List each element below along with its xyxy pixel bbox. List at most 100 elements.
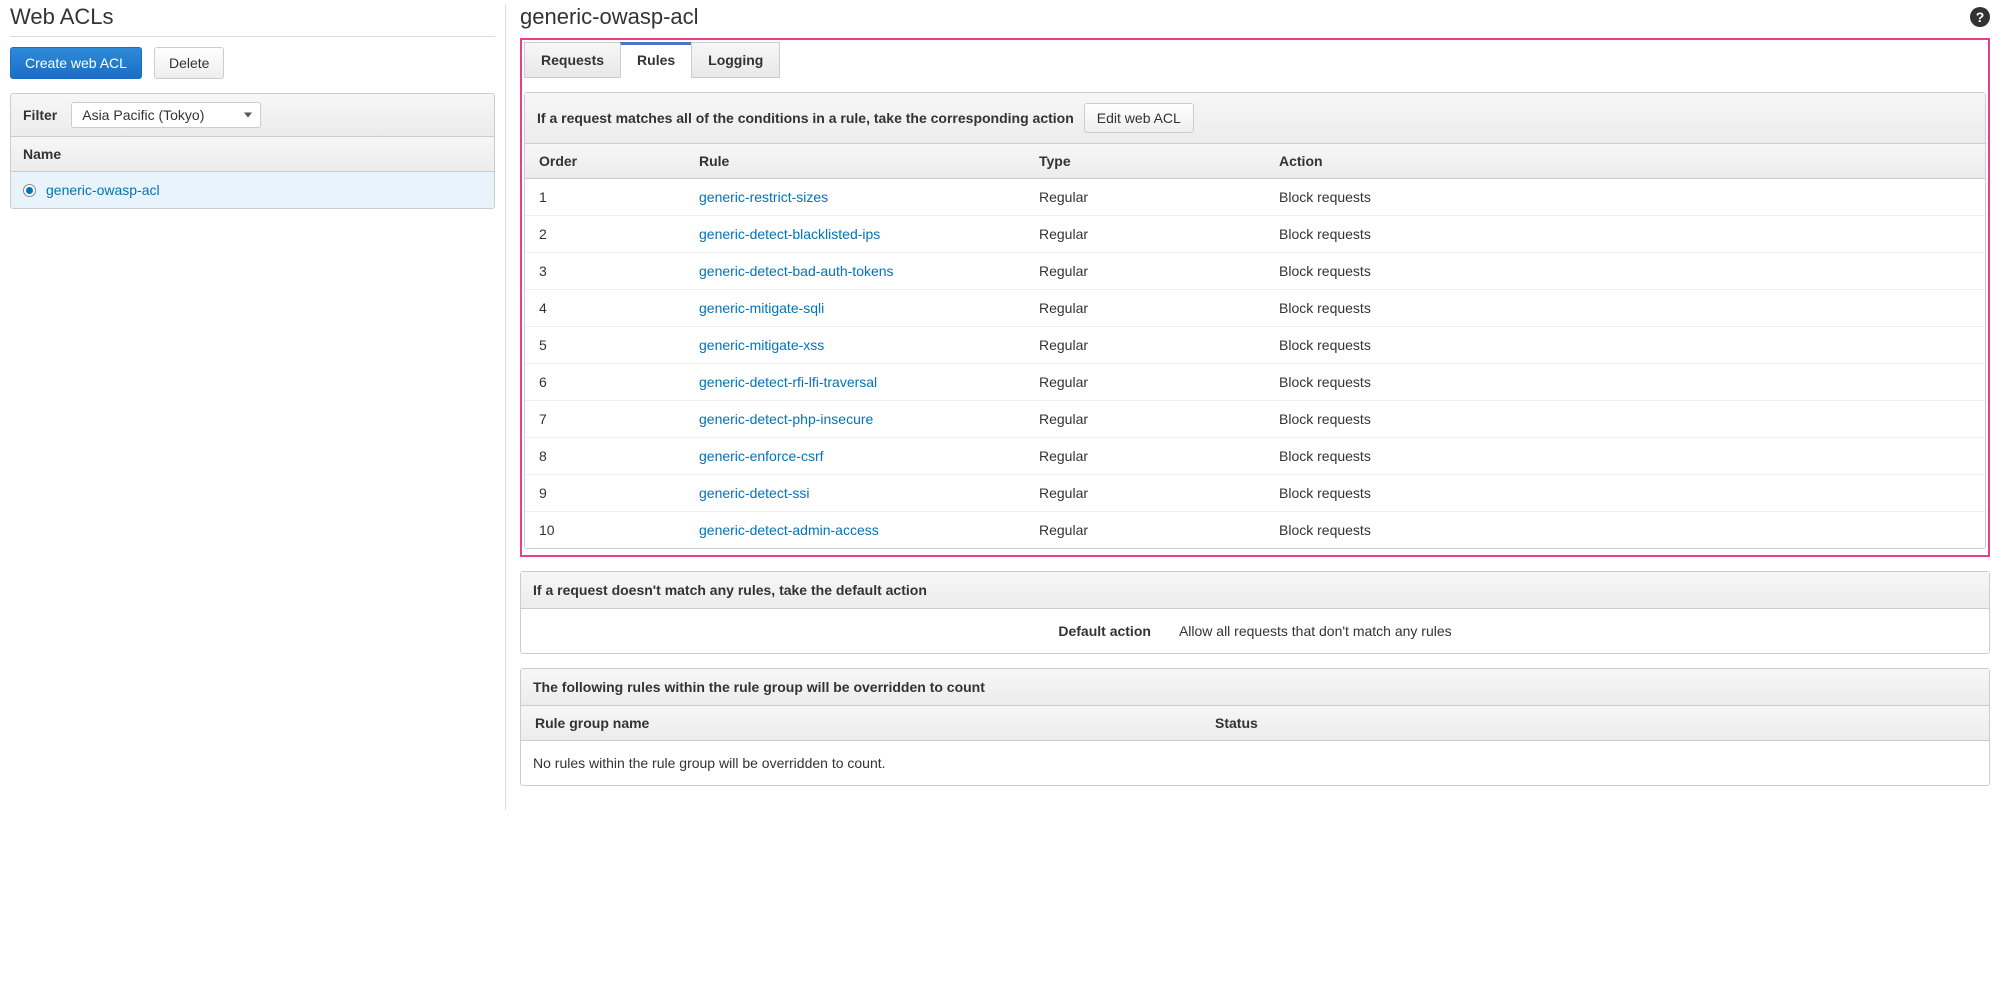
cell-rule: generic-detect-bad-auth-tokens <box>685 253 1025 290</box>
table-row: 2 generic-detect-blacklisted-ips RegularBl… <box>525 216 1985 253</box>
tabs: Requests Rules Logging <box>524 42 1986 78</box>
rule-link[interactable]: generic-detect-ssi <box>699 485 810 501</box>
edit-web-acl-button[interactable]: Edit web ACL <box>1084 103 1194 133</box>
rule-link[interactable]: generic-mitigate-sqli <box>699 300 824 316</box>
col-order: Order <box>525 144 685 179</box>
rule-link[interactable]: generic-detect-blacklisted-ips <box>699 226 880 242</box>
acl-title: generic-owasp-acl <box>520 4 699 30</box>
cell-order: 6 <box>525 364 685 401</box>
table-row: 1 generic-restrict-sizes RegularBlock requ… <box>525 179 1985 216</box>
rule-link[interactable]: generic-detect-rfi-lfi-traversal <box>699 374 877 390</box>
cell-order: 8 <box>525 438 685 475</box>
col-action: Action <box>1265 144 1985 179</box>
cell-rule: generic-detect-rfi-lfi-traversal <box>685 364 1025 401</box>
cell-rule: generic-detect-php-insecure <box>685 401 1025 438</box>
rules-panel-caption: If a request matches all of the conditio… <box>537 110 1074 126</box>
page-title: Web ACLs <box>10 4 495 30</box>
rule-link[interactable]: generic-restrict-sizes <box>699 189 828 205</box>
rule-link[interactable]: generic-enforce-csrf <box>699 448 824 464</box>
cell-action: Block requests <box>1265 216 1985 253</box>
cell-order: 3 <box>525 253 685 290</box>
filter-bar: Filter Asia Pacific (Tokyo) <box>10 93 495 136</box>
cell-type: Regular <box>1025 327 1265 364</box>
acl-list-item[interactable]: generic-owasp-acl <box>10 172 495 209</box>
cell-rule: generic-detect-admin-access <box>685 512 1025 549</box>
cell-action: Block requests <box>1265 253 1985 290</box>
table-row: 6 generic-detect-rfi-lfi-traversal Regular… <box>525 364 1985 401</box>
rule-link[interactable]: generic-detect-bad-auth-tokens <box>699 263 894 279</box>
cell-type: Regular <box>1025 290 1265 327</box>
table-row: 5 generic-mitigate-xss RegularBlock reques… <box>525 327 1985 364</box>
divider <box>10 36 495 37</box>
region-select[interactable]: Asia Pacific (Tokyo) <box>71 102 261 128</box>
cell-action: Block requests <box>1265 438 1985 475</box>
cell-order: 1 <box>525 179 685 216</box>
rule-link[interactable]: generic-detect-admin-access <box>699 522 879 538</box>
table-row: 4 generic-mitigate-sqli RegularBlock reque… <box>525 290 1985 327</box>
cell-rule: generic-detect-blacklisted-ips <box>685 216 1025 253</box>
rules-table: Order Rule Type Action 1 generic-restrict… <box>525 144 1985 548</box>
filter-label: Filter <box>23 107 57 123</box>
cell-action: Block requests <box>1265 512 1985 549</box>
rule-link[interactable]: generic-mitigate-xss <box>699 337 824 353</box>
table-row: 7 generic-detect-php-insecure RegularBlock… <box>525 401 1985 438</box>
cell-type: Regular <box>1025 475 1265 512</box>
delete-button[interactable]: Delete <box>154 47 224 79</box>
help-icon[interactable]: ? <box>1970 7 1990 27</box>
cell-action: Block requests <box>1265 327 1985 364</box>
override-empty-text: No rules within the rule group will be o… <box>521 741 1989 785</box>
acl-list-header: Name <box>10 136 495 172</box>
col-type: Type <box>1025 144 1265 179</box>
cell-rule: generic-enforce-csrf <box>685 438 1025 475</box>
radio-icon[interactable] <box>23 184 36 197</box>
cell-action: Block requests <box>1265 179 1985 216</box>
default-action-panel: If a request doesn't match any rules, ta… <box>520 571 1990 654</box>
table-row: 3 generic-detect-bad-auth-tokens RegularBl… <box>525 253 1985 290</box>
col-rule: Rule <box>685 144 1025 179</box>
cell-rule: generic-detect-ssi <box>685 475 1025 512</box>
cell-type: Regular <box>1025 253 1265 290</box>
default-action-label: Default action <box>1058 623 1151 639</box>
tab-requests[interactable]: Requests <box>524 42 621 78</box>
cell-type: Regular <box>1025 179 1265 216</box>
cell-type: Regular <box>1025 512 1265 549</box>
left-panel: Web ACLs Create web ACL Delete Filter As… <box>0 0 505 810</box>
cell-order: 2 <box>525 216 685 253</box>
cell-type: Regular <box>1025 401 1265 438</box>
default-action-caption: If a request doesn't match any rules, ta… <box>533 582 927 598</box>
col-rule-group-name: Rule group name <box>521 706 1201 741</box>
create-web-acl-button[interactable]: Create web ACL <box>10 47 142 79</box>
right-panel: generic-owasp-acl ? Requests Rules Loggi… <box>506 0 2000 810</box>
acl-link[interactable]: generic-owasp-acl <box>46 182 160 198</box>
col-status: Status <box>1201 706 1989 741</box>
cell-order: 9 <box>525 475 685 512</box>
table-row: 8 generic-enforce-csrf RegularBlock reques… <box>525 438 1985 475</box>
cell-action: Block requests <box>1265 401 1985 438</box>
override-caption: The following rules within the rule grou… <box>533 679 985 695</box>
cell-rule: generic-mitigate-sqli <box>685 290 1025 327</box>
table-row: 10 generic-detect-admin-access RegularBloc… <box>525 512 1985 549</box>
tab-rules[interactable]: Rules <box>620 42 692 78</box>
cell-action: Block requests <box>1265 364 1985 401</box>
override-table: Rule group name Status <box>521 706 1989 741</box>
cell-type: Regular <box>1025 216 1265 253</box>
cell-action: Block requests <box>1265 290 1985 327</box>
rules-highlight-box: Requests Rules Logging If a request matc… <box>520 38 1990 557</box>
cell-order: 7 <box>525 401 685 438</box>
table-row: 9 generic-detect-ssi RegularBlock requests <box>525 475 1985 512</box>
cell-type: Regular <box>1025 364 1265 401</box>
tab-logging[interactable]: Logging <box>691 42 780 78</box>
cell-rule: generic-mitigate-xss <box>685 327 1025 364</box>
override-panel: The following rules within the rule grou… <box>520 668 1990 786</box>
cell-action: Block requests <box>1265 475 1985 512</box>
region-select-value: Asia Pacific (Tokyo) <box>82 107 204 123</box>
cell-order: 5 <box>525 327 685 364</box>
cell-rule: generic-restrict-sizes <box>685 179 1025 216</box>
chevron-down-icon <box>244 113 252 118</box>
rule-link[interactable]: generic-detect-php-insecure <box>699 411 873 427</box>
default-action-value: Allow all requests that don't match any … <box>1179 623 1452 639</box>
cell-type: Regular <box>1025 438 1265 475</box>
cell-order: 10 <box>525 512 685 549</box>
rules-panel: If a request matches all of the conditio… <box>524 92 1986 549</box>
cell-order: 4 <box>525 290 685 327</box>
